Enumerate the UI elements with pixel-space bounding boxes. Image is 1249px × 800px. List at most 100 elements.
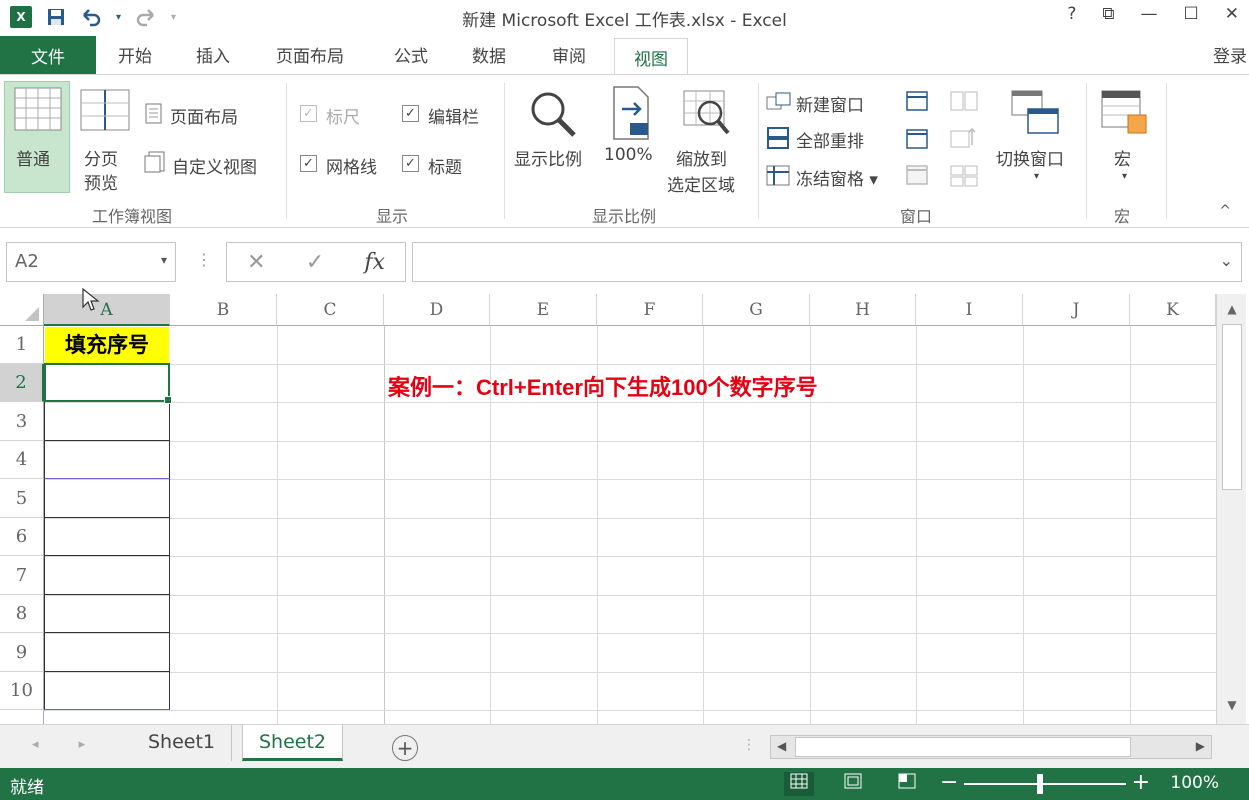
scroll-up-icon[interactable]: ▲ <box>1221 302 1243 322</box>
switch-windows-icon[interactable] <box>1010 89 1062 137</box>
reset-window-position-icon[interactable] <box>950 165 978 187</box>
zoom-to-selection-label-2[interactable]: 选定区域 <box>667 171 735 196</box>
tab-formulas[interactable]: 公式 <box>394 42 428 67</box>
select-all-corner[interactable] <box>0 294 44 326</box>
arrange-all-button[interactable]: 全部重排 <box>796 127 864 152</box>
maximize-button[interactable]: ☐ <box>1184 4 1199 24</box>
row-header-9[interactable]: 9 <box>0 633 44 672</box>
vertical-scrollbar[interactable]: ▲ ▼ <box>1216 294 1246 724</box>
worksheet-grid[interactable]: A B C D E F G H I J K 1 2 3 4 5 6 7 8 9 … <box>0 294 1216 724</box>
page-break-preview-label-1[interactable]: 分页 <box>84 145 118 170</box>
tab-page-layout[interactable]: 页面布局 <box>276 42 344 67</box>
row-header-10[interactable]: 10 <box>0 672 44 710</box>
zoom-percentage[interactable]: 100% <box>1170 773 1219 793</box>
scroll-right-icon[interactable]: ▶ <box>1196 739 1205 753</box>
row-header-11[interactable] <box>0 710 44 724</box>
page-layout-status-icon[interactable] <box>838 772 868 796</box>
column-header-d[interactable]: D <box>384 294 490 326</box>
macros-icon[interactable] <box>1100 89 1150 137</box>
cancel-entry-icon[interactable]: ✕ <box>247 250 265 275</box>
horizontal-scroll-thumb[interactable] <box>795 737 1131 757</box>
row-header-4[interactable]: 4 <box>0 441 44 479</box>
cell-a9[interactable] <box>44 633 170 672</box>
cell-a10[interactable] <box>44 672 170 710</box>
sheet-tab-sheet2[interactable]: Sheet2 <box>242 725 344 761</box>
active-cell-a2[interactable] <box>44 363 172 404</box>
column-header-k[interactable]: K <box>1130 294 1216 326</box>
add-sheet-button[interactable]: + <box>392 735 418 761</box>
hide-window-icon[interactable] <box>906 129 928 149</box>
tab-review[interactable]: 审阅 <box>552 42 586 67</box>
confirm-entry-icon[interactable]: ✓ <box>306 250 324 275</box>
macros-button-label[interactable]: 宏 <box>1114 145 1131 170</box>
tab-split-handle-icon[interactable]: ⋮ <box>742 737 756 753</box>
normal-view-status-icon[interactable] <box>784 772 814 796</box>
synchronous-scrolling-icon[interactable] <box>950 127 978 149</box>
formula-bar-checkbox[interactable]: ✓ <box>402 105 419 122</box>
cell-a3[interactable] <box>44 402 170 441</box>
split-icon[interactable] <box>906 91 928 111</box>
row-header-5[interactable]: 5 <box>0 479 44 518</box>
sheet-nav-arrows-icon[interactable]: ◂ ▸ <box>32 737 103 752</box>
column-header-h[interactable]: H <box>810 294 916 326</box>
help-button[interactable]: ? <box>1067 4 1076 24</box>
page-layout-button[interactable]: 页面布局 <box>170 103 238 128</box>
zoom-magnifier-icon[interactable] <box>528 89 578 139</box>
page-break-status-icon[interactable] <box>892 772 922 796</box>
zoom-100-icon[interactable] <box>610 85 652 141</box>
page-break-preview-label-2[interactable]: 预览 <box>84 169 118 194</box>
zoom-knob[interactable] <box>1037 774 1043 794</box>
tab-insert[interactable]: 插入 <box>196 42 230 67</box>
close-button[interactable]: ✕ <box>1225 4 1239 24</box>
instruction-text[interactable]: 案例一：Ctrl+Enter向下生成100个数字序号 <box>388 370 818 402</box>
sheet-tab-sheet1[interactable]: Sheet1 <box>132 725 233 761</box>
row-header-3[interactable]: 3 <box>0 402 44 441</box>
row-header-8[interactable]: 8 <box>0 595 44 633</box>
row-header-1[interactable]: 1 <box>0 326 44 364</box>
formula-bar-grip-icon[interactable]: ⋮ <box>196 250 212 269</box>
new-window-button[interactable]: 新建窗口 <box>796 91 864 116</box>
scroll-down-icon[interactable]: ▼ <box>1221 698 1243 718</box>
unhide-window-icon[interactable] <box>906 165 928 185</box>
cell-a5[interactable] <box>44 479 170 518</box>
headings-checkbox[interactable]: ✓ <box>402 155 419 172</box>
zoom-track[interactable] <box>964 783 1126 785</box>
column-header-e[interactable]: E <box>490 294 597 326</box>
name-box[interactable]: A2 ▾ <box>6 242 176 282</box>
column-header-f[interactable]: F <box>597 294 703 326</box>
cell-a1[interactable]: 填充序号 <box>45 327 169 363</box>
collapse-ribbon-icon[interactable]: ^ <box>1219 203 1231 219</box>
row-header-7[interactable]: 7 <box>0 556 44 595</box>
vertical-scroll-thumb[interactable] <box>1222 324 1242 490</box>
switch-windows-caret-icon[interactable]: ▾ <box>1034 171 1039 182</box>
ribbon-display-options-button[interactable]: ⧉ <box>1102 4 1114 24</box>
zoom-100-label[interactable]: 100% <box>604 145 653 165</box>
formula-input[interactable]: ⌄ <box>412 242 1242 282</box>
row-header-6[interactable]: 6 <box>0 518 44 556</box>
tab-file[interactable]: 文件 <box>0 36 96 74</box>
sign-in-link[interactable]: 登录 <box>1213 42 1247 67</box>
zoom-slider[interactable]: − + <box>940 772 1150 796</box>
macros-caret-icon[interactable]: ▾ <box>1122 171 1127 182</box>
insert-function-icon[interactable]: fx <box>364 250 385 275</box>
switch-windows-label[interactable]: 切换窗口 <box>996 145 1064 170</box>
tab-data[interactable]: 数据 <box>472 42 506 67</box>
column-header-c[interactable]: C <box>277 294 384 326</box>
column-header-j[interactable]: J <box>1023 294 1130 326</box>
zoom-in-icon[interactable]: + <box>1132 772 1150 794</box>
column-header-b[interactable]: B <box>170 294 277 326</box>
freeze-panes-button[interactable]: 冻结窗格 ▾ <box>796 165 878 190</box>
column-header-i[interactable]: I <box>916 294 1023 326</box>
column-header-g[interactable]: G <box>703 294 810 326</box>
zoom-button-label[interactable]: 显示比例 <box>514 145 582 170</box>
minimize-button[interactable]: — <box>1141 4 1158 24</box>
ruler-checkbox[interactable]: ✓ <box>300 105 317 122</box>
cell-a4[interactable] <box>44 441 170 479</box>
column-header-a[interactable]: A <box>44 294 170 326</box>
tab-home[interactable]: 开始 <box>118 42 152 67</box>
expand-formula-bar-icon[interactable]: ⌄ <box>1220 251 1233 270</box>
cell-a7[interactable] <box>44 556 170 595</box>
zoom-to-selection-icon[interactable] <box>682 89 732 137</box>
row-header-2[interactable]: 2 <box>0 364 44 402</box>
name-box-dropdown-icon[interactable]: ▾ <box>161 253 167 267</box>
